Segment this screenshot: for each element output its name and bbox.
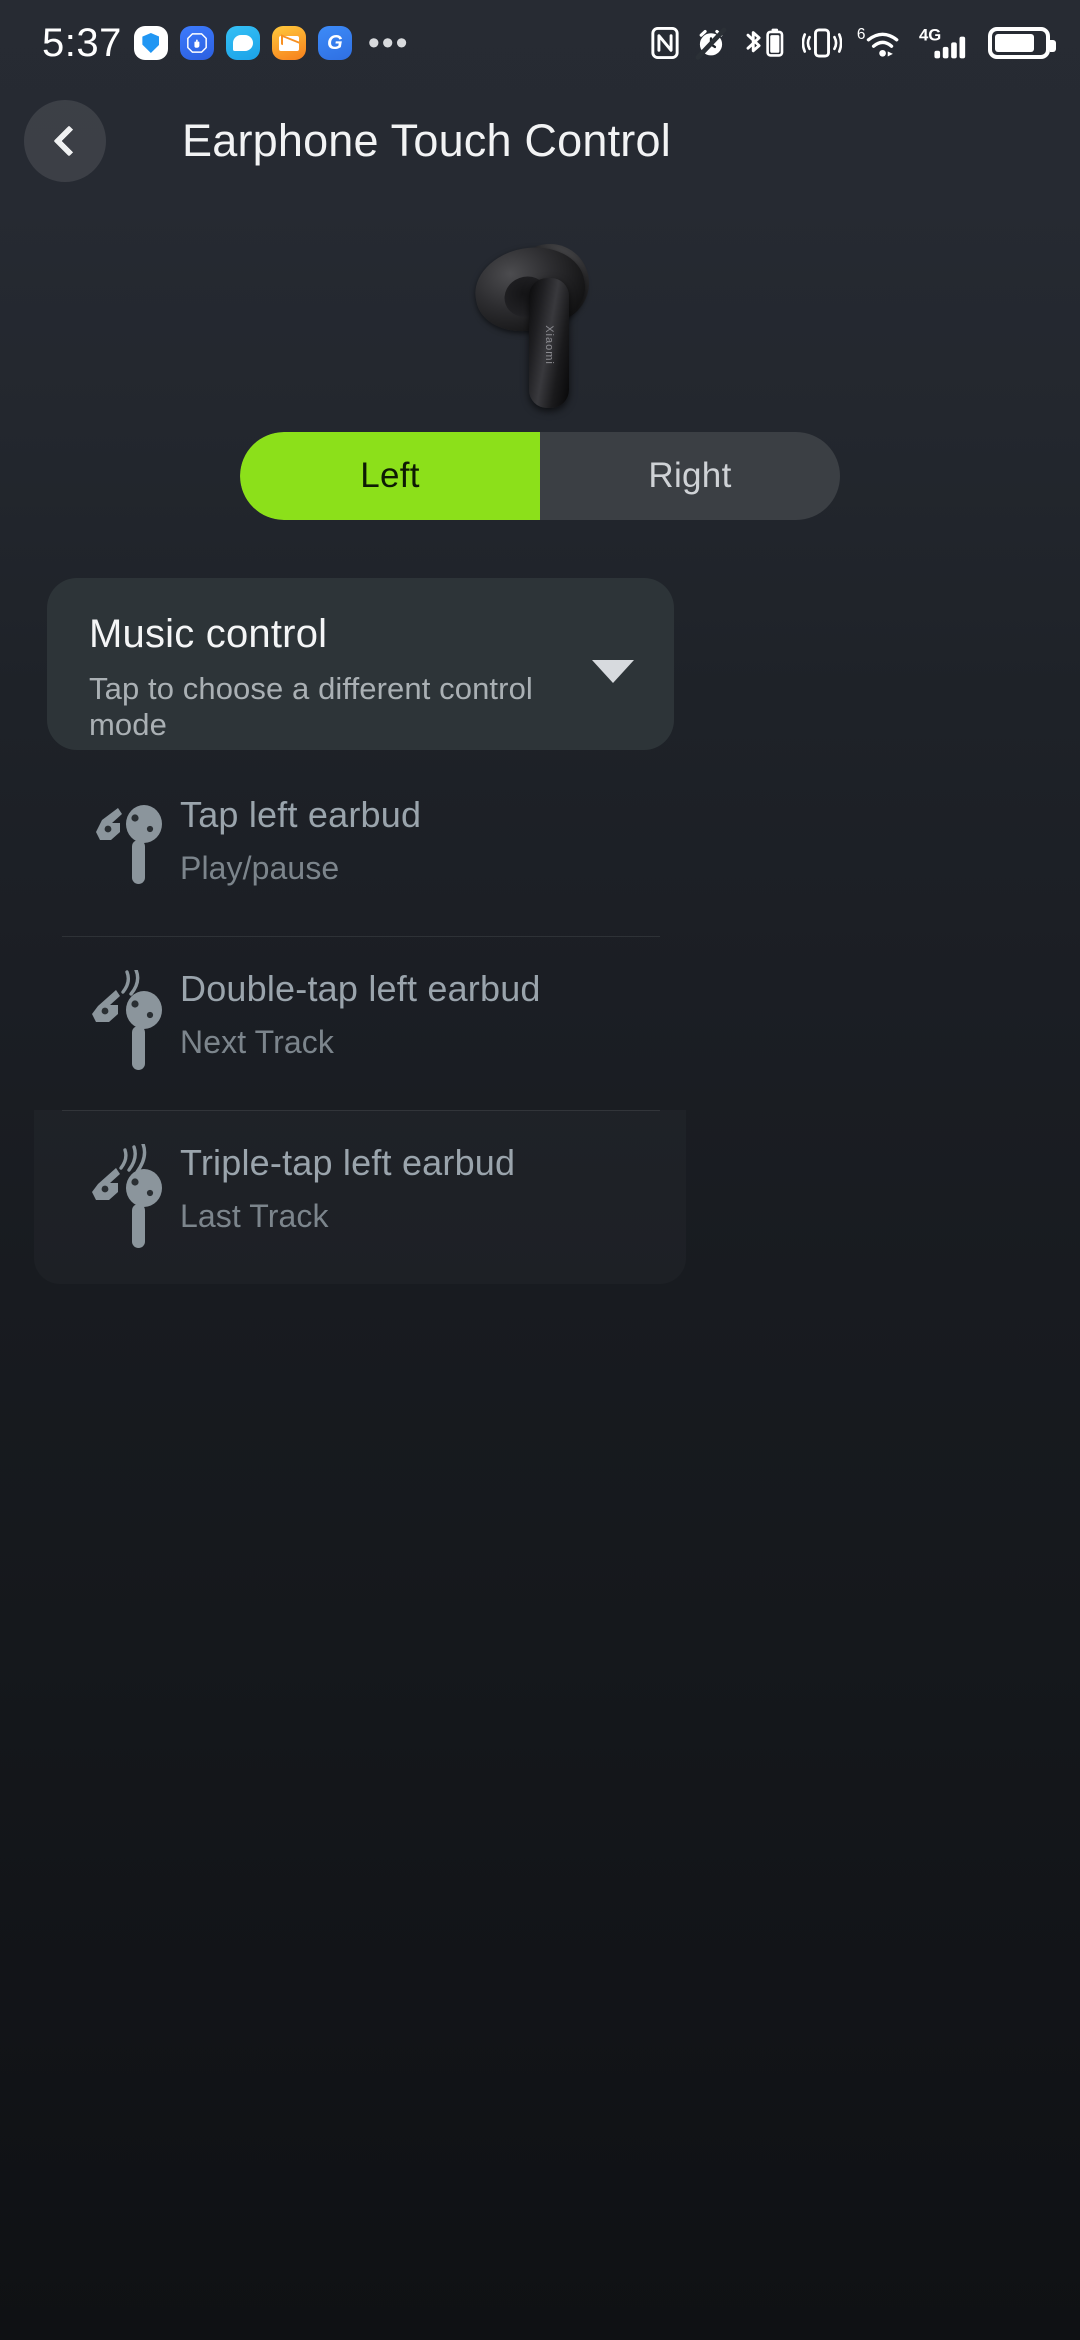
chevron-left-icon — [53, 125, 85, 157]
triple-tap-earbud-icon — [82, 1142, 174, 1252]
list-divider — [62, 936, 660, 937]
security-shield-icon — [133, 26, 168, 60]
bluetooth-battery-icon — [742, 26, 788, 60]
alarm-off-icon — [694, 26, 728, 60]
earbud-stem: Xiaomi — [529, 277, 569, 408]
earbud-brand-text: Xiaomi — [543, 325, 555, 365]
list-divider — [62, 1110, 660, 1111]
status-bar-right: 6 4G — [650, 25, 1056, 61]
app-bar: Earphone Touch Control — [0, 86, 1080, 196]
app-g-icon: G — [317, 26, 352, 60]
vibrate-icon — [802, 26, 842, 60]
nfc-icon — [650, 26, 680, 60]
earbud-hero-image: Xiaomi — [0, 225, 1080, 425]
messages-chat-icon — [225, 26, 260, 60]
double-tap-earbud-icon — [82, 968, 174, 1078]
action-label: Next Track — [180, 1024, 334, 1060]
list-item-texts: Double-tap left earbud Next Track — [174, 968, 541, 1061]
status-bar-left: 5:37 G ••• — [42, 23, 410, 63]
page-title: Earphone Touch Control — [182, 115, 671, 166]
4g-signal-icon: 4G — [918, 25, 974, 61]
gesture-action-list: Tap left earbud Play/pause Double-tap le… — [34, 762, 686, 1284]
list-item-texts: Tap left earbud Play/pause — [174, 794, 421, 887]
control-mode-subtitle: Tap to choose a different control mode — [89, 671, 533, 742]
control-mode-title: Music control — [89, 612, 328, 656]
phone-screen: 5:37 G ••• 6 4G Earphone Touch Control X… — [0, 0, 1080, 2340]
tap-earbud-icon — [82, 794, 174, 904]
side-toggle-right[interactable]: Right — [540, 432, 840, 520]
gesture-label: Triple-tap left earbud — [180, 1142, 516, 1183]
back-button[interactable] — [24, 100, 106, 182]
side-toggle[interactable]: Left Right — [240, 432, 840, 520]
status-time: 5:37 — [42, 21, 122, 65]
notification-overflow-icon: ••• — [367, 23, 410, 62]
svg-text:6: 6 — [857, 26, 866, 43]
action-label: Last Track — [180, 1198, 329, 1234]
gesture-label: Double-tap left earbud — [180, 968, 541, 1009]
list-item[interactable]: Tap left earbud Play/pause — [34, 762, 686, 936]
status-bar: 5:37 G ••• 6 4G — [0, 0, 1080, 86]
side-toggle-left[interactable]: Left — [240, 432, 540, 520]
wifi-6-icon: 6 — [856, 25, 904, 61]
blocker-hand-icon — [179, 26, 214, 60]
chevron-down-icon[interactable] — [592, 660, 634, 683]
earbud-illustration: Xiaomi — [455, 238, 625, 413]
control-mode-card[interactable]: Music control Tap to choose a different … — [47, 578, 674, 750]
list-item-texts: Triple-tap left earbud Last Track — [174, 1142, 515, 1235]
app-g-letter: G — [327, 32, 343, 54]
action-label: Play/pause — [180, 850, 340, 886]
list-item[interactable]: Triple-tap left earbud Last Track — [34, 1110, 686, 1284]
gesture-label: Tap left earbud — [180, 794, 422, 835]
email-icon — [271, 26, 306, 60]
side-toggle-wrapper: Left Right — [0, 432, 1080, 520]
list-item[interactable]: Double-tap left earbud Next Track — [34, 936, 686, 1110]
battery-icon — [988, 27, 1056, 59]
svg-text:4G: 4G — [919, 25, 941, 44]
control-mode-texts: Music control Tap to choose a different … — [89, 612, 592, 743]
